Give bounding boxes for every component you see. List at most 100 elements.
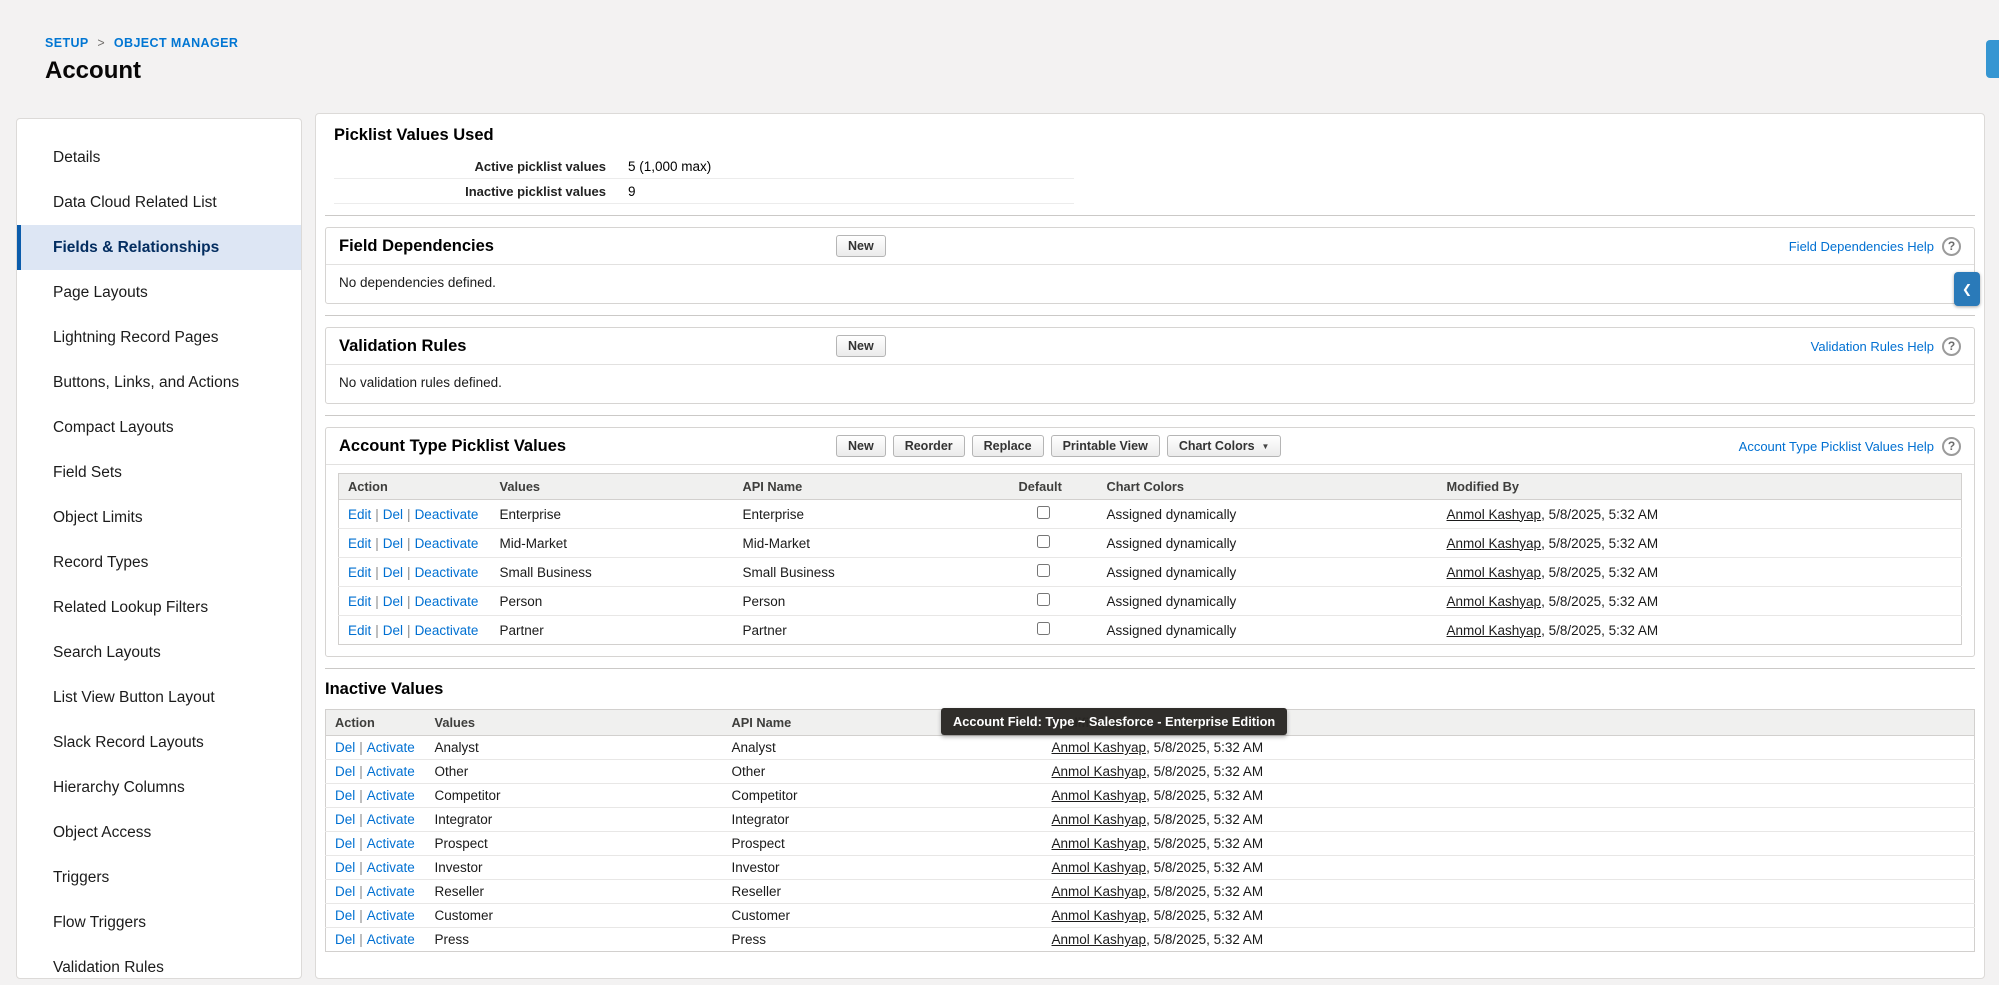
help-icon[interactable]: ?	[1942, 237, 1961, 256]
del-link[interactable]: Del	[335, 836, 355, 851]
sidebar-item[interactable]: Search Layouts	[17, 630, 301, 675]
edit-link[interactable]: Edit	[348, 623, 371, 638]
collapse-tab[interactable]: ❮	[1954, 272, 1980, 306]
activate-link[interactable]: Activate	[367, 884, 415, 899]
new-button[interactable]: New	[836, 435, 886, 457]
field-dependencies-help-link[interactable]: Field Dependencies Help	[1789, 239, 1934, 254]
modified-by-link[interactable]: Anmol Kashyap	[1052, 740, 1147, 755]
modified-by-link[interactable]: Anmol Kashyap	[1447, 594, 1542, 609]
modified-by-link[interactable]: Anmol Kashyap	[1052, 884, 1147, 899]
breadcrumb-object-manager-link[interactable]: OBJECT MANAGER	[114, 36, 238, 50]
deactivate-link[interactable]: Deactivate	[415, 536, 479, 551]
del-link[interactable]: Del	[383, 594, 403, 609]
sidebar-item[interactable]: Record Types	[17, 540, 301, 585]
action-separator: |	[375, 594, 379, 609]
validation-rules-help-link[interactable]: Validation Rules Help	[1811, 339, 1934, 354]
section-divider	[325, 215, 1975, 216]
edit-link[interactable]: Edit	[348, 536, 371, 551]
default-checkbox[interactable]	[1037, 593, 1050, 606]
sidebar-item[interactable]: Fields & Relationships	[17, 225, 301, 270]
del-link[interactable]: Del	[383, 623, 403, 638]
del-link[interactable]: Del	[335, 788, 355, 803]
action-separator: |	[359, 788, 363, 803]
modified-by-link[interactable]: Anmol Kashyap	[1447, 623, 1542, 638]
edit-link[interactable]: Edit	[348, 594, 371, 609]
detail-row: Inactive picklist values 9	[334, 179, 1074, 204]
validation-rules-new-button[interactable]: New	[836, 335, 886, 357]
scroll-tab-top[interactable]	[1986, 40, 1999, 78]
sidebar-item[interactable]: Buttons, Links, and Actions	[17, 360, 301, 405]
modified-by-link[interactable]: Anmol Kashyap	[1052, 908, 1147, 923]
modified-by-link[interactable]: Anmol Kashyap	[1052, 788, 1147, 803]
modified-by-cell: Anmol Kashyap, 5/8/2025, 5:32 AM	[1438, 616, 1962, 645]
sidebar-item[interactable]: Data Cloud Related List	[17, 180, 301, 225]
modified-by-link[interactable]: Anmol Kashyap	[1052, 860, 1147, 875]
default-cell	[1010, 500, 1098, 529]
activate-link[interactable]: Activate	[367, 836, 415, 851]
del-link[interactable]: Del	[335, 812, 355, 827]
deactivate-link[interactable]: Deactivate	[415, 623, 479, 638]
row-actions: Edit|Del|Deactivate	[339, 558, 491, 587]
sidebar-item[interactable]: Object Limits	[17, 495, 301, 540]
edit-link[interactable]: Edit	[348, 507, 371, 522]
del-link[interactable]: Del	[335, 764, 355, 779]
inactive-value-row: Del|Activate Competitor Competitor Anmol…	[326, 784, 1975, 808]
default-checkbox[interactable]	[1037, 564, 1050, 577]
modified-by-link[interactable]: Anmol Kashyap	[1052, 764, 1147, 779]
field-dependencies-new-button[interactable]: New	[836, 235, 886, 257]
modified-by-cell: Anmol Kashyap, 5/8/2025, 5:32 AM	[1043, 736, 1975, 760]
activate-link[interactable]: Activate	[367, 932, 415, 947]
modified-by-link[interactable]: Anmol Kashyap	[1052, 812, 1147, 827]
activate-link[interactable]: Activate	[367, 740, 415, 755]
breadcrumb-setup-link[interactable]: SETUP	[45, 36, 88, 50]
sidebar-item[interactable]: Flow Triggers	[17, 900, 301, 945]
picklist-values-help-link[interactable]: Account Type Picklist Values Help	[1739, 439, 1934, 454]
sidebar-item[interactable]: Lightning Record Pages	[17, 315, 301, 360]
modified-by-link[interactable]: Anmol Kashyap	[1052, 932, 1147, 947]
activate-link[interactable]: Activate	[367, 764, 415, 779]
modified-by-cell: Anmol Kashyap, 5/8/2025, 5:32 AM	[1043, 856, 1975, 880]
sidebar-item[interactable]: List View Button Layout	[17, 675, 301, 720]
del-link[interactable]: Del	[335, 860, 355, 875]
deactivate-link[interactable]: Deactivate	[415, 507, 479, 522]
sidebar-item[interactable]: Triggers	[17, 855, 301, 900]
default-checkbox[interactable]	[1037, 506, 1050, 519]
modified-by-link[interactable]: Anmol Kashyap	[1447, 536, 1542, 551]
del-link[interactable]: Del	[383, 507, 403, 522]
inactive-value-row: Del|Activate Integrator Integrator Anmol…	[326, 808, 1975, 832]
sidebar-item[interactable]: Field Sets	[17, 450, 301, 495]
sidebar-item[interactable]: Compact Layouts	[17, 405, 301, 450]
activate-link[interactable]: Activate	[367, 788, 415, 803]
deactivate-link[interactable]: Deactivate	[415, 565, 479, 580]
chart-colors-button[interactable]: Chart Colors ▼	[1167, 435, 1282, 457]
sidebar-item[interactable]: Details	[17, 135, 301, 180]
modified-by-link[interactable]: Anmol Kashyap	[1447, 507, 1542, 522]
sidebar-item[interactable]: Slack Record Layouts	[17, 720, 301, 765]
printable-view-button[interactable]: Printable View	[1051, 435, 1160, 457]
sidebar-item[interactable]: Hierarchy Columns	[17, 765, 301, 810]
replace-button[interactable]: Replace	[972, 435, 1044, 457]
del-link[interactable]: Del	[335, 884, 355, 899]
del-link[interactable]: Del	[335, 932, 355, 947]
api-name-cell: Analyst	[723, 736, 1043, 760]
sidebar-item[interactable]: Page Layouts	[17, 270, 301, 315]
help-icon[interactable]: ?	[1942, 337, 1961, 356]
default-checkbox[interactable]	[1037, 535, 1050, 548]
activate-link[interactable]: Activate	[367, 812, 415, 827]
deactivate-link[interactable]: Deactivate	[415, 594, 479, 609]
del-link[interactable]: Del	[335, 740, 355, 755]
modified-by-link[interactable]: Anmol Kashyap	[1447, 565, 1542, 580]
activate-link[interactable]: Activate	[367, 908, 415, 923]
edit-link[interactable]: Edit	[348, 565, 371, 580]
reorder-button[interactable]: Reorder	[893, 435, 965, 457]
activate-link[interactable]: Activate	[367, 860, 415, 875]
default-checkbox[interactable]	[1037, 622, 1050, 635]
sidebar-item[interactable]: Object Access	[17, 810, 301, 855]
help-icon[interactable]: ?	[1942, 437, 1961, 456]
del-link[interactable]: Del	[383, 565, 403, 580]
del-link[interactable]: Del	[383, 536, 403, 551]
modified-by-link[interactable]: Anmol Kashyap	[1052, 836, 1147, 851]
sidebar-item[interactable]: Validation Rules	[17, 945, 301, 979]
del-link[interactable]: Del	[335, 908, 355, 923]
sidebar-item[interactable]: Related Lookup Filters	[17, 585, 301, 630]
